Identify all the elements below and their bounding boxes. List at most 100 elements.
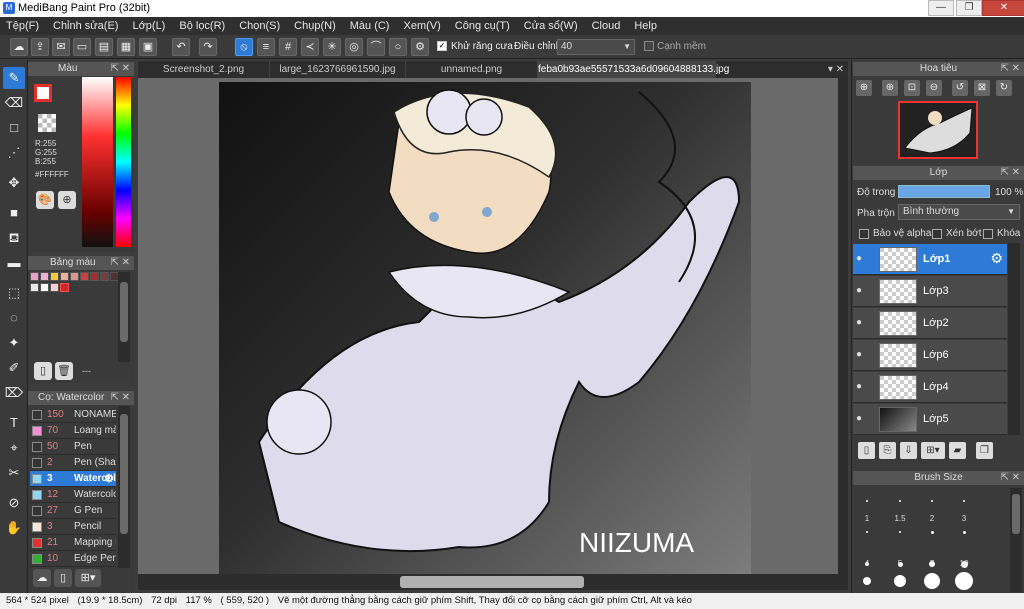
navigator-thumbnail[interactable]: [898, 101, 978, 159]
document-icon[interactable]: ▤: [95, 38, 113, 56]
panel-close-icon[interactable]: ⇱ ✕: [110, 391, 130, 405]
lock-checkbox[interactable]: [983, 229, 993, 239]
menu-tools[interactable]: Công cụ(T): [455, 20, 510, 32]
gradient-tool-icon[interactable]: ▬: [3, 252, 25, 274]
menu-select[interactable]: Chọn(S): [239, 20, 280, 32]
palette-swatch[interactable]: [30, 272, 39, 281]
rectangle-tool-icon[interactable]: □: [3, 117, 25, 139]
cloud-upload-icon[interactable]: ☁: [10, 38, 28, 56]
menu-snap[interactable]: Chụp(N): [294, 20, 336, 32]
hand-tool-icon[interactable]: ✋: [3, 517, 25, 539]
tab-menu-icon[interactable]: ▾ ✕: [828, 61, 844, 78]
visibility-icon[interactable]: ●: [856, 253, 862, 264]
tab-large-jpg[interactable]: large_1623766961590.jpg: [270, 61, 406, 78]
soft-edge-checkbox[interactable]: [644, 41, 654, 51]
menu-help[interactable]: Help: [634, 20, 657, 32]
curve-snap-icon[interactable]: ⌒: [367, 38, 385, 56]
grid-icon[interactable]: ▣: [139, 38, 157, 56]
brush-item[interactable]: 70 Loang màu: [30, 423, 116, 439]
layer-row[interactable]: ● Lớp2: [853, 308, 1007, 339]
canvas-hscrollbar[interactable]: [138, 574, 848, 590]
brush-size-dot[interactable]: [866, 531, 868, 533]
brush-item[interactable]: 150 NONAME: [30, 407, 116, 423]
palette-swatch[interactable]: [50, 283, 59, 292]
brush-scrollbar[interactable]: [118, 406, 130, 568]
lasso-tool-icon[interactable]: ◌: [3, 307, 25, 329]
eraser-tool-icon[interactable]: ⌫: [3, 92, 25, 114]
panel-close-icon[interactable]: ⇱ ✕: [110, 62, 130, 76]
palette-swatch[interactable]: [30, 283, 39, 292]
minimize-button[interactable]: —: [928, 0, 954, 16]
menu-filter[interactable]: Bộ lọc(R): [179, 20, 225, 32]
menu-layer[interactable]: Lớp(L): [132, 20, 165, 32]
concentric-snap-icon[interactable]: ◎: [345, 38, 363, 56]
visibility-icon[interactable]: ●: [856, 381, 862, 392]
undo-icon[interactable]: ↶: [172, 38, 190, 56]
foreground-color-swatch[interactable]: [34, 84, 52, 102]
divide-tool-icon[interactable]: ✂: [3, 462, 25, 484]
brush-size-dot[interactable]: [894, 575, 906, 587]
artwork-canvas[interactable]: NIIZUMA: [219, 82, 751, 575]
palette-swatch[interactable]: [40, 283, 49, 292]
fill-rect-tool-icon[interactable]: ■: [3, 202, 25, 224]
snap-settings-icon[interactable]: ⚙: [411, 38, 429, 56]
merge-layer-icon[interactable]: ⇩: [900, 442, 917, 459]
brush-cloud-icon[interactable]: ☁: [33, 569, 51, 587]
brush-item[interactable]: 27 G Pen: [30, 503, 116, 519]
menu-edit[interactable]: Chỉnh sửa(E): [53, 20, 118, 32]
brush-size-scrollbar[interactable]: [1010, 488, 1022, 592]
protect-alpha-checkbox[interactable]: [859, 229, 869, 239]
folder-icon[interactable]: ▰: [949, 442, 966, 459]
eyedropper-tool-icon[interactable]: ⊘: [3, 492, 25, 514]
duplicate-layer-icon[interactable]: ⎘: [879, 442, 896, 459]
antialias-checkbox[interactable]: ✓: [437, 41, 447, 51]
layer-row[interactable]: ● Lớp1 ⚙: [853, 244, 1007, 275]
menu-window[interactable]: Cửa sổ(W): [524, 20, 578, 32]
panel-close-icon[interactable]: ⇱ ✕: [1000, 471, 1020, 485]
palette-icon[interactable]: 🎨: [36, 191, 54, 209]
tab-unnamed[interactable]: unnamed.png: [406, 61, 538, 78]
zoom-out-icon[interactable]: ⊖: [926, 80, 942, 96]
brush-size-dot[interactable]: [963, 500, 965, 502]
share-icon[interactable]: ⇪: [31, 38, 49, 56]
snap-off-icon[interactable]: ⦸: [235, 38, 253, 56]
circle-snap-icon[interactable]: ○: [389, 38, 407, 56]
vanishing-snap-icon[interactable]: ≺: [301, 38, 319, 56]
transparent-color-swatch[interactable]: [38, 114, 56, 132]
chat-icon[interactable]: ▭: [73, 38, 91, 56]
redo-icon[interactable]: ↷: [199, 38, 217, 56]
brush-item[interactable]: 50 Pen: [30, 439, 116, 455]
layer-scrollbar[interactable]: [1008, 243, 1020, 435]
palette-new-icon[interactable]: ▯: [34, 362, 52, 380]
brush-new-icon[interactable]: ▯: [54, 569, 72, 587]
tab-screenshot[interactable]: Screenshot_2.png: [138, 61, 270, 78]
zoom-in-icon[interactable]: ⊕: [856, 80, 872, 96]
menu-cloud[interactable]: Cloud: [592, 20, 621, 32]
fit-window-icon[interactable]: ⊡: [904, 80, 920, 96]
new-layer-icon[interactable]: ▯: [858, 442, 875, 459]
menu-color[interactable]: Màu (C): [350, 20, 390, 32]
brush-size-dot[interactable]: [955, 572, 973, 590]
panel-close-icon[interactable]: ⇱ ✕: [1000, 166, 1020, 180]
brush-tool-icon[interactable]: ✎: [3, 67, 25, 89]
layer-row[interactable]: ● Lớp5: [853, 404, 1007, 435]
layer-row[interactable]: ● Lớp4: [853, 372, 1007, 403]
cross-snap-icon[interactable]: #: [279, 38, 297, 56]
brush-add-icon[interactable]: ⊞▾: [75, 569, 101, 587]
rotate-right-icon[interactable]: ↻: [996, 80, 1012, 96]
hue-slider[interactable]: [116, 77, 131, 247]
magic-wand-tool-icon[interactable]: ✦: [3, 332, 25, 354]
operation-tool-icon[interactable]: ⌖: [3, 437, 25, 459]
menu-view[interactable]: Xem(V): [403, 20, 440, 32]
opacity-slider[interactable]: [898, 185, 990, 198]
blend-select[interactable]: Bình thường ▼: [898, 204, 1020, 220]
layer-row[interactable]: ● Lớp3: [853, 276, 1007, 307]
clipping-checkbox[interactable]: [932, 229, 942, 239]
layer-settings-icon[interactable]: ❐: [976, 442, 993, 459]
brush-size-dot[interactable]: [863, 577, 871, 585]
brush-item[interactable]: 21 Mapping Pen: [30, 535, 116, 551]
select-eraser-tool-icon[interactable]: ⌦: [3, 382, 25, 404]
palette-swatch[interactable]: [40, 272, 49, 281]
menu-file[interactable]: Tệp(F): [6, 20, 39, 32]
text-tool-icon[interactable]: T: [3, 412, 25, 434]
